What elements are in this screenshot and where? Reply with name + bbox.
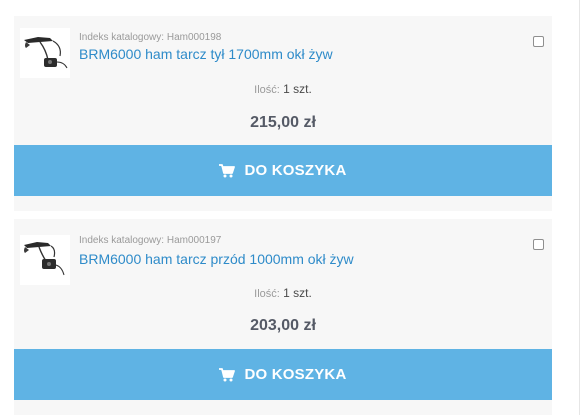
product-title-link[interactable]: BRM6000 ham tarcz tył 1700mm okł żyw xyxy=(79,46,333,62)
product-card: Indeks katalogowy: Ham000197 BRM6000 ham… xyxy=(14,219,552,415)
catalog-index-label: Indeks katalogowy: xyxy=(79,235,165,246)
catalog-index: Indeks katalogowy: Ham000197 xyxy=(79,235,221,246)
shopping-cart-icon xyxy=(219,163,236,178)
compare-checkbox[interactable] xyxy=(533,239,544,250)
add-to-cart-button[interactable]: DO KOSZYKA xyxy=(14,349,552,400)
product-image[interactable] xyxy=(20,28,70,78)
catalog-index-value: Ham000197 xyxy=(166,235,222,246)
page-edge-divider xyxy=(579,0,580,415)
quantity-value: 1 szt. xyxy=(283,82,312,96)
compare-checkbox[interactable] xyxy=(533,36,544,47)
product-image[interactable] xyxy=(20,235,70,285)
quantity: Ilość: 1 szt. xyxy=(14,82,552,96)
quantity-label: Ilość: xyxy=(254,84,280,96)
catalog-index: Indeks katalogowy: Ham000198 xyxy=(79,32,221,43)
product-price: 203,00 zł xyxy=(250,317,316,334)
add-to-cart-button[interactable]: DO KOSZYKA xyxy=(14,145,552,196)
quantity-label: Ilość: xyxy=(254,288,280,300)
product-title-link[interactable]: BRM6000 ham tarcz przód 1000mm okł żyw xyxy=(79,251,354,267)
catalog-index-label: Indeks katalogowy: xyxy=(79,32,165,43)
shopping-cart-icon xyxy=(219,367,236,382)
quantity: Ilość: 1 szt. xyxy=(14,286,552,300)
add-to-cart-label: DO KOSZYKA xyxy=(244,366,347,383)
product-price: 215,00 zł xyxy=(250,114,316,131)
product-card: Indeks katalogowy: Ham000198 BRM6000 ham… xyxy=(14,16,552,211)
catalog-index-value: Ham000198 xyxy=(166,32,222,43)
quantity-value: 1 szt. xyxy=(283,286,312,300)
add-to-cart-label: DO KOSZYKA xyxy=(244,162,347,179)
